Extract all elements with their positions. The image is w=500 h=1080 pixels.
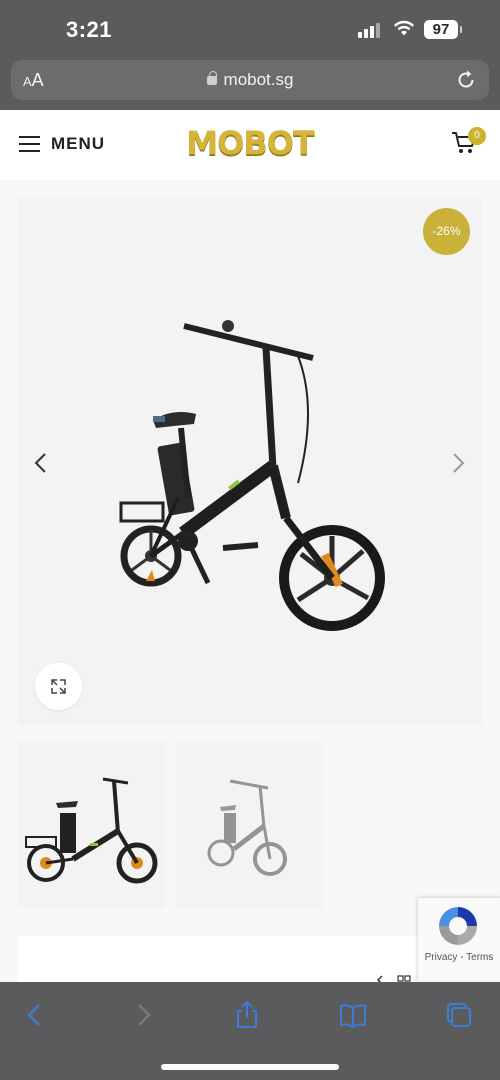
bike-main-image — [119, 320, 385, 631]
thumbnail-bike-image-faded — [207, 779, 287, 876]
product-gallery[interactable] — [18, 198, 482, 726]
product-info-card — [18, 936, 430, 986]
product-thumbnail-1[interactable] — [18, 741, 165, 908]
cellular-signal-icon — [358, 22, 384, 38]
lock-icon — [206, 71, 217, 85]
site-header: MENU MOBOT 0 — [0, 110, 500, 180]
recaptcha-icon — [439, 907, 477, 945]
chevron-right-icon[interactable] — [443, 448, 473, 478]
home-indicator[interactable] — [161, 1064, 339, 1070]
bookmarks-icon[interactable] — [338, 1000, 368, 1030]
wifi-icon — [394, 20, 414, 36]
battery-indicator: 97 — [424, 20, 462, 39]
recaptcha-terms-link[interactable]: Terms — [466, 952, 493, 963]
status-time: 3:21 — [66, 17, 113, 42]
recaptcha-separator: - — [457, 952, 467, 963]
product-thumbnail-2[interactable] — [176, 741, 323, 908]
forward-icon[interactable] — [128, 1000, 158, 1030]
thumbnail-bike-image — [25, 777, 158, 884]
url-text: mobot.sg — [223, 70, 294, 89]
share-icon[interactable] — [232, 1000, 262, 1030]
cart-count-badge: 0 — [468, 127, 486, 145]
browser-url-area: AA mobot.sg — [0, 58, 500, 110]
address-bar[interactable]: AA mobot.sg — [11, 60, 489, 100]
expand-icon — [51, 679, 66, 694]
status-bar: 3:21 97 — [0, 0, 500, 58]
chevron-left-icon[interactable] — [26, 448, 56, 478]
discount-badge: -26% — [423, 208, 470, 255]
recaptcha-privacy-link[interactable]: Privacy — [425, 952, 458, 963]
tabs-icon[interactable] — [444, 1000, 474, 1030]
back-icon[interactable] — [20, 1000, 50, 1030]
site-logo[interactable]: MOBOT — [0, 124, 500, 162]
recaptcha-badge[interactable]: Privacy - Terms — [418, 898, 500, 982]
zoom-button[interactable] — [35, 663, 82, 710]
reload-icon[interactable] — [455, 69, 477, 91]
